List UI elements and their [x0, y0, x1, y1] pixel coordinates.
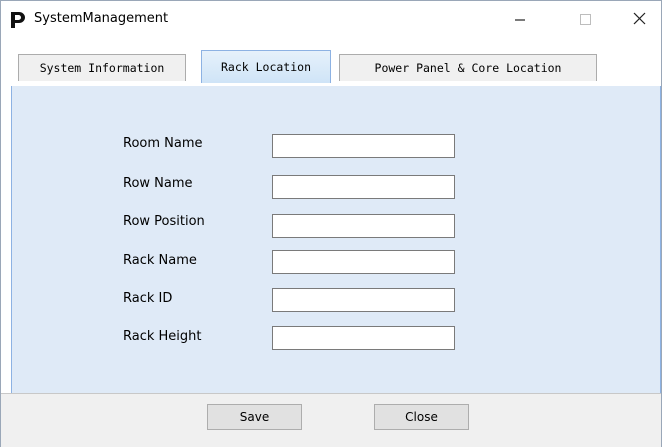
rack-id-label: Rack ID [123, 291, 173, 306]
row-position-label: Row Position [123, 214, 205, 229]
button-bar: Save Close [1, 393, 661, 447]
close-icon [633, 12, 646, 25]
tab-rack-location[interactable]: Rack Location [201, 50, 331, 83]
tab-strip: System Information Rack Location Power P… [1, 37, 661, 87]
rack-location-panel: Room Name Row Name Row Position Rack Nam… [11, 86, 661, 393]
close-window-button[interactable] [617, 1, 661, 37]
minimize-button[interactable] [498, 1, 542, 37]
rack-name-input[interactable] [272, 250, 455, 274]
title-bar[interactable]: SystemManagement [1, 1, 661, 37]
row-name-label: Row Name [123, 176, 193, 191]
row-position-input[interactable] [272, 214, 455, 238]
row-name-input[interactable] [272, 175, 455, 199]
window-title: SystemManagement [34, 11, 169, 26]
rack-id-input[interactable] [272, 288, 455, 312]
rack-height-input[interactable] [272, 326, 455, 350]
p-logo-icon [11, 12, 25, 28]
tab-system-information[interactable]: System Information [18, 54, 186, 81]
system-management-window: SystemManagement System Information Rack… [0, 0, 662, 447]
tab-power-panel-core-location[interactable]: Power Panel & Core Location [339, 54, 597, 81]
room-name-label: Room Name [123, 136, 203, 151]
maximize-icon [580, 14, 591, 25]
save-button[interactable]: Save [207, 404, 302, 430]
minimize-icon [515, 19, 525, 21]
room-name-input[interactable] [272, 134, 455, 158]
rack-height-label: Rack Height [123, 329, 202, 344]
rack-name-label: Rack Name [123, 253, 197, 268]
maximize-button[interactable] [563, 1, 607, 37]
close-button[interactable]: Close [374, 404, 469, 430]
